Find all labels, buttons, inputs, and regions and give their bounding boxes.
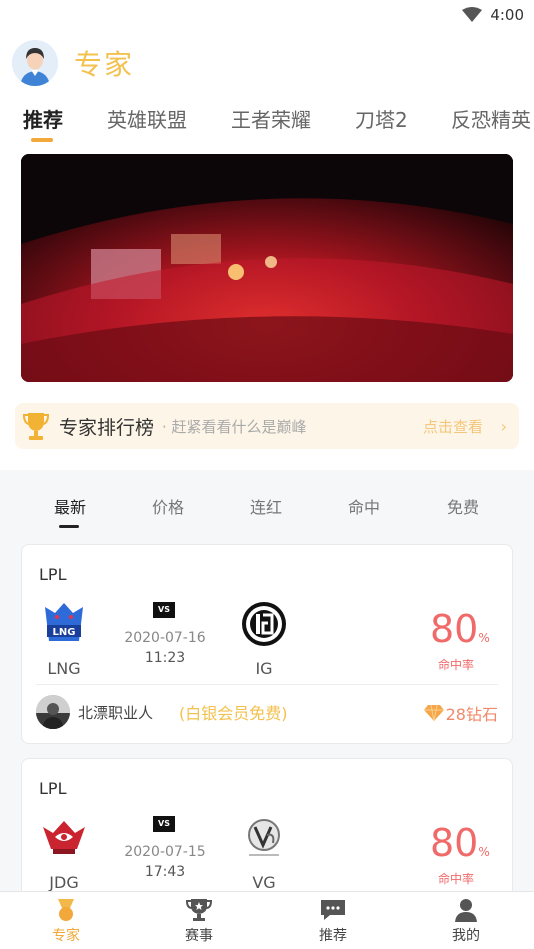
- jdg-logo-icon: [43, 821, 85, 854]
- ranking-title: 专家排行榜: [59, 416, 155, 439]
- sort-tabs: 最新 价格 连红 命中 免费: [0, 494, 534, 518]
- active-sort-indicator: [59, 525, 79, 528]
- vs-badge: VS: [153, 816, 175, 832]
- team-a: LNG LNG: [34, 601, 94, 678]
- hit-rate-number: 80: [430, 821, 479, 865]
- team-a-name: JDG: [49, 873, 79, 892]
- nav-item-expert[interactable]: 专家: [26, 898, 106, 945]
- lng-logo-icon: LNG: [45, 603, 83, 641]
- nav-item-recommend[interactable]: 推荐: [293, 898, 373, 945]
- hit-rate-label: 命中率: [438, 872, 475, 886]
- tab-honor-of-kings[interactable]: 王者荣耀: [231, 104, 311, 133]
- hit-rate-unit: %: [478, 845, 490, 859]
- card-footer: 北漂职业人 (白银会员免费) 28钻石: [36, 695, 498, 729]
- sort-tab-free[interactable]: 免费: [423, 494, 503, 518]
- diamond-icon: [423, 704, 444, 722]
- bottom-navigation: 专家 赛事 推荐 我的: [0, 891, 534, 949]
- trophy-icon: [186, 899, 212, 921]
- nav-item-mine[interactable]: 我的: [426, 898, 506, 945]
- avatar-icon: [12, 40, 58, 86]
- team-b-name: IG: [255, 659, 273, 678]
- vs-badge: VS: [153, 602, 175, 618]
- expert-name[interactable]: 北漂职业人: [78, 702, 153, 723]
- match-time: 17:43: [144, 864, 186, 880]
- member-free-tag: (白银会员免费): [179, 704, 288, 723]
- price-value: 28钻石: [445, 705, 498, 724]
- match-time: 11:23: [144, 650, 186, 666]
- nav-label: 赛事: [185, 928, 213, 944]
- expert-avatar[interactable]: [36, 695, 70, 729]
- chevron-right-icon: ›: [500, 416, 507, 436]
- page-title: 专家: [74, 48, 135, 81]
- match-date: 2020-07-16: [124, 630, 206, 646]
- expert-ranking-bar[interactable]: 专家排行榜 · 赶紧看看什么是巅峰 点击查看 ›: [15, 403, 519, 449]
- sort-tab-latest[interactable]: 最新: [30, 494, 110, 518]
- hit-rate-label: 命中率: [438, 658, 475, 672]
- vg-logo-icon: [248, 819, 280, 856]
- banner-image[interactable]: [21, 154, 513, 382]
- ranking-subtitle: · 赶紧看看什么是巅峰: [162, 417, 307, 436]
- expert-icon: [58, 899, 74, 921]
- arena-illustration: [21, 154, 513, 382]
- league-label: LPL: [39, 779, 67, 798]
- wifi-icon: [462, 7, 483, 22]
- team-a-name: LNG: [47, 659, 81, 678]
- view-ranking-link[interactable]: 点击查看: [423, 416, 483, 437]
- nav-label: 专家: [52, 928, 80, 944]
- hit-rate-unit: %: [478, 631, 490, 645]
- card-divider: [36, 684, 498, 685]
- tab-csgo[interactable]: 反恐精英: [451, 104, 531, 133]
- tab-dota2[interactable]: 刀塔2: [355, 104, 408, 133]
- tab-recommend[interactable]: 推荐: [23, 104, 63, 133]
- category-tabs: 推荐 英雄联盟 王者荣耀 刀塔2 反恐精英: [0, 104, 534, 144]
- team-a: JDG: [34, 815, 94, 892]
- ig-logo-icon: [242, 602, 286, 646]
- hit-rate-value: 80%: [430, 821, 490, 865]
- team-b: VG: [234, 815, 294, 892]
- header: 专家: [12, 40, 134, 86]
- league-label: LPL: [39, 565, 67, 584]
- sort-tab-price[interactable]: 价格: [128, 494, 208, 518]
- svg-text:LNG: LNG: [53, 627, 76, 638]
- user-avatar[interactable]: [12, 40, 58, 86]
- nav-item-events[interactable]: 赛事: [159, 898, 239, 945]
- user-icon: [455, 899, 477, 922]
- match-date: 2020-07-15: [124, 844, 206, 860]
- status-bar: 4:00: [462, 4, 524, 26]
- prediction-card[interactable]: LPL LNG LNG VS 2020-07-16 11:23 IG 80% 命…: [21, 544, 513, 744]
- sort-tab-streak[interactable]: 连红: [226, 494, 306, 518]
- hit-rate-value: 80%: [430, 607, 490, 651]
- nav-label: 我的: [452, 928, 480, 944]
- trophy-icon: [23, 413, 49, 440]
- sort-tab-hit[interactable]: 命中: [324, 494, 404, 518]
- price-tag[interactable]: 28钻石: [423, 701, 498, 725]
- tab-lol[interactable]: 英雄联盟: [107, 104, 187, 133]
- status-time: 4:00: [490, 6, 524, 24]
- hit-rate-number: 80: [430, 607, 479, 651]
- team-b-name: VG: [252, 873, 276, 892]
- expert-avatar-icon: [36, 695, 70, 729]
- nav-label: 推荐: [319, 928, 347, 944]
- team-b: IG: [234, 601, 294, 678]
- chat-icon: [321, 900, 345, 920]
- active-tab-indicator: [31, 138, 53, 142]
